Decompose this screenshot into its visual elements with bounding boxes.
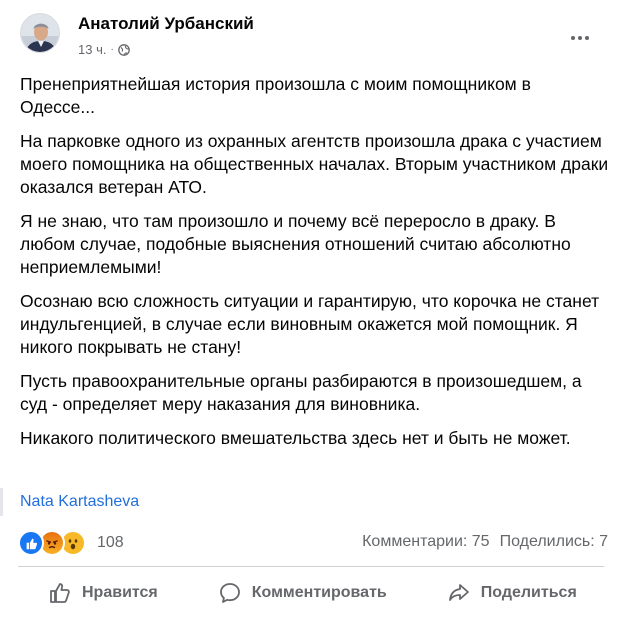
post-body: Пренеприятнейшая история произошла с мои…	[20, 73, 610, 461]
byline-link[interactable]: Nata Kartasheva	[20, 493, 139, 511]
share-icon	[448, 584, 469, 601]
author-name[interactable]: Анатолий Урбанский	[78, 14, 254, 34]
comments-count-link[interactable]: Комментарии: 75	[362, 533, 489, 551]
post-paragraph: Никакого политического вмешательства зде…	[20, 428, 571, 448]
comment-label: Комментировать	[251, 584, 387, 601]
reactions-summary[interactable]: 108	[18, 530, 124, 556]
thumbs-up-icon	[50, 583, 70, 603]
left-edge-marker	[0, 488, 3, 516]
post-paragraph: Осознаю всю сложность ситуации и гаранти…	[20, 291, 600, 357]
dot-icon	[578, 36, 582, 40]
action-bar: Нравится Комментировать Поделиться	[18, 570, 604, 616]
post-meta: 13 ч. ·	[78, 42, 130, 57]
meta-separator: ·	[110, 44, 114, 55]
share-label: Поделиться	[480, 584, 577, 601]
post-stats: 108 Комментарии: 75 Поделились: 7	[18, 528, 608, 558]
post-paragraph: Пренеприятнейшая история произошла с мои…	[20, 74, 531, 117]
shares-count-link[interactable]: Поделились: 7	[500, 533, 608, 551]
post-paragraph: Пусть правоохранительные органы разбираю…	[20, 371, 582, 414]
post-header: Анатолий Урбанский 13 ч. ·	[0, 0, 623, 68]
like-button[interactable]: Нравится	[18, 573, 188, 613]
dot-icon	[571, 36, 575, 40]
dot-icon	[585, 36, 589, 40]
comment-icon	[219, 583, 240, 603]
more-options-button[interactable]	[566, 28, 594, 48]
engagement-counts: Комментарии: 75 Поделились: 7	[362, 533, 608, 551]
share-button[interactable]: Поделиться	[417, 573, 607, 613]
comment-button[interactable]: Комментировать	[188, 573, 417, 613]
globe-icon[interactable]	[117, 43, 130, 56]
post-paragraph: Я не знаю, что там произошло и почему вс…	[20, 211, 571, 277]
like-icon	[18, 530, 44, 556]
post-timestamp[interactable]: 13 ч.	[78, 42, 106, 57]
divider	[18, 566, 604, 567]
reaction-count: 108	[97, 534, 124, 551]
post-paragraph: На парковке одного из охранных агентств …	[20, 131, 609, 197]
like-label: Нравится	[82, 584, 158, 601]
author-avatar[interactable]	[20, 13, 60, 53]
